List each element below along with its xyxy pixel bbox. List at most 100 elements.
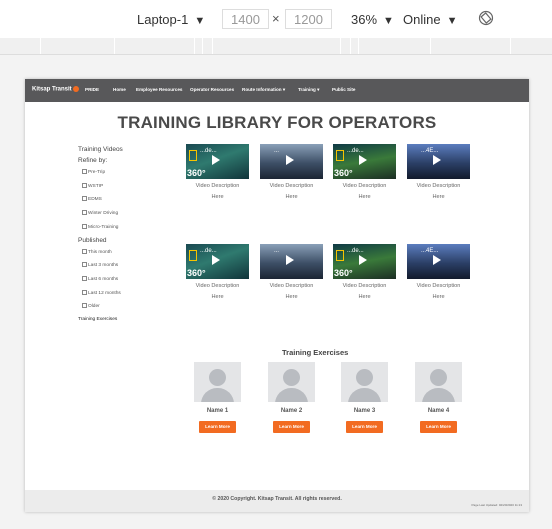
nav-item-route-information[interactable]: Route Information ▾ (242, 87, 285, 93)
checkbox-icon[interactable] (82, 169, 87, 174)
video-tile[interactable]: ...de... 360° Video Description Here (186, 244, 256, 303)
caption-line: Video Description (416, 283, 461, 289)
video-thumb-title: ...4E... (421, 148, 439, 154)
checkbox-icon[interactable] (82, 249, 87, 254)
kitsap-logo[interactable]: Kitsap Transit (32, 86, 79, 93)
times-icon: × (272, 11, 280, 26)
top-nav: Kitsap Transit PRIDE Home Employee Resou… (25, 79, 529, 102)
exercise-name: Name 1 (206, 408, 229, 414)
footer: © 2020 Copyright. Kitsap Transit. All ri… (25, 490, 529, 512)
video-tile[interactable]: ...4E... Video Description Here (407, 244, 477, 303)
zoom-value: 36% (351, 12, 378, 27)
natgeo-logo-icon (189, 150, 197, 161)
checkbox-icon[interactable] (82, 276, 87, 281)
filter-micro-training[interactable]: Micro-Training (82, 224, 118, 230)
video-thumbnail[interactable]: ...de... 360° (186, 144, 249, 179)
natgeo-logo-icon (336, 250, 344, 261)
filter-pre-trip[interactable]: Pre-Trip (82, 169, 105, 175)
network-throttle-select[interactable]: Online ▼ (403, 12, 457, 27)
network-value: Online (403, 12, 441, 27)
nav-item-employee-resources[interactable]: Employee Resources (136, 87, 182, 92)
video-thumb-title: ...de... (347, 148, 364, 154)
rotate-icon[interactable] (478, 10, 494, 26)
play-icon[interactable] (212, 255, 220, 265)
learn-more-button[interactable]: Learn More (199, 421, 236, 433)
learn-more-button[interactable]: Learn More (273, 421, 310, 433)
device-select[interactable]: Laptop-1 ▼ (137, 12, 205, 27)
exercise-name: Name 3 (353, 408, 376, 414)
caption-line: Video Description (416, 183, 461, 189)
play-icon[interactable] (359, 255, 367, 265)
video-thumb-title: ...de... (200, 148, 217, 154)
nav-item-home[interactable]: Home (113, 87, 126, 92)
learn-more-button[interactable]: Learn More (346, 421, 383, 433)
caption-line: Here (358, 294, 371, 300)
video-thumbnail[interactable]: ...de... 360° (333, 244, 396, 279)
caption-line: Here (285, 294, 298, 300)
filter-label: Winter Driving (88, 210, 119, 216)
video-thumbnail[interactable]: ...de... 360° (333, 144, 396, 179)
viewport-height-input[interactable]: 1200 (285, 9, 332, 29)
video-thumb-title: ... (274, 148, 280, 154)
checkbox-icon[interactable] (82, 290, 87, 295)
checkbox-icon[interactable] (82, 210, 87, 215)
zoom-select[interactable]: 36% ▼ (351, 12, 394, 27)
published-last-12-months[interactable]: Last 12 months (82, 290, 121, 296)
training-exercises-link[interactable]: Training Exercises (78, 317, 117, 322)
device-name: Laptop-1 (137, 12, 189, 27)
checkbox-icon[interactable] (82, 303, 87, 308)
avatar-placeholder-icon (415, 362, 462, 402)
page-title: TRAINING LIBRARY FOR OPERATORS (117, 113, 437, 132)
360-badge: 360° (187, 168, 206, 178)
published-label: Last 3 months (88, 262, 119, 268)
video-tile[interactable]: ...4E... Video Description Here (407, 144, 477, 203)
caption-line: Here (285, 194, 298, 200)
checkbox-icon[interactable] (82, 224, 87, 229)
exercise-card: Name 1 Learn More (194, 362, 241, 433)
video-thumbnail[interactable]: ... (260, 144, 323, 179)
play-icon[interactable] (433, 155, 441, 165)
viewport-width-input[interactable]: 1400 (222, 9, 269, 29)
video-tile[interactable]: ... Video Description Here (260, 244, 330, 303)
play-icon[interactable] (212, 155, 220, 165)
video-thumbnail[interactable]: ... (260, 244, 323, 279)
published-label: Last 6 months (88, 276, 119, 282)
caption-line: Video Description (269, 283, 314, 289)
checkbox-icon[interactable] (82, 196, 87, 201)
360-badge: 360° (334, 268, 353, 278)
play-icon[interactable] (359, 155, 367, 165)
emulated-page: Kitsap Transit PRIDE Home Employee Resou… (25, 79, 529, 512)
nav-item-pride[interactable]: PRIDE (85, 87, 99, 92)
published-last-6-months[interactable]: Last 6 months (82, 276, 118, 282)
device-toolbar: Laptop-1 ▼ 1400 × 1200 36% ▼ Online ▼ (0, 0, 552, 39)
video-caption: Video Description Here (407, 181, 470, 203)
media-query-ruler (0, 38, 552, 55)
learn-more-button[interactable]: Learn More (420, 421, 457, 433)
published-last-3-months[interactable]: Last 3 months (82, 262, 118, 268)
play-icon[interactable] (286, 155, 294, 165)
video-tile[interactable]: ...de... 360° Video Description Here (333, 244, 403, 303)
video-tile[interactable]: ... Video Description Here (260, 144, 330, 203)
video-thumbnail[interactable]: ...4E... (407, 244, 470, 279)
nav-item-training[interactable]: Training ▾ (298, 87, 319, 93)
caption-line: Video Description (269, 183, 314, 189)
copyright-text: © 2020 Copyright. Kitsap Transit. All ri… (212, 496, 342, 502)
nav-item-operator-resources[interactable]: Operator Resources (190, 87, 234, 92)
published-label: Older (88, 303, 100, 309)
logo-text: Kitsap Transit (32, 86, 72, 93)
nav-item-public-site[interactable]: Public Site (332, 87, 356, 92)
filter-edms[interactable]: EDMS (82, 196, 102, 202)
filter-wstip[interactable]: WSTIP (82, 183, 103, 189)
checkbox-icon[interactable] (82, 183, 87, 188)
filter-winter-driving[interactable]: Winter Driving (82, 210, 118, 216)
checkbox-icon[interactable] (82, 262, 87, 267)
video-thumbnail[interactable]: ...4E... (407, 144, 470, 179)
published-this-month[interactable]: This month (82, 249, 112, 255)
published-older[interactable]: Older (82, 303, 100, 309)
video-thumbnail[interactable]: ...de... 360° (186, 244, 249, 279)
play-icon[interactable] (286, 255, 294, 265)
video-tile[interactable]: ...de... 360° Video Description Here (186, 144, 256, 203)
play-icon[interactable] (433, 255, 441, 265)
caption-line: Video Description (342, 183, 387, 189)
video-tile[interactable]: ...de... 360° Video Description Here (333, 144, 403, 203)
